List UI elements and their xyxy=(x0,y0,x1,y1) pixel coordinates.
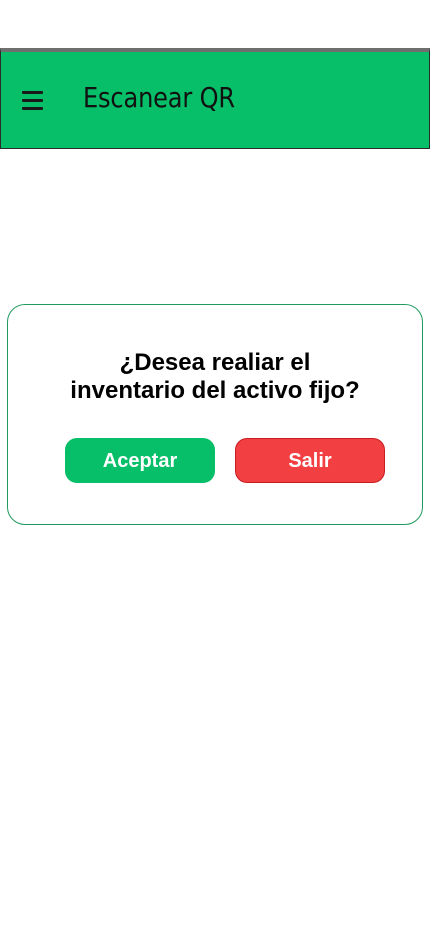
menu-bar xyxy=(22,91,43,94)
dialog-question-line-1: ¿Desea realiar el xyxy=(119,349,311,376)
accept-button[interactable]: Aceptar xyxy=(65,438,215,483)
dialog-question-line-2: inventario del activo fijo? xyxy=(70,377,360,404)
dialog-question: ¿Desea realiar el inventario del activo … xyxy=(8,349,422,405)
menu-bar xyxy=(22,107,43,110)
confirmation-dialog: ¿Desea realiar el inventario del activo … xyxy=(7,304,423,525)
exit-button[interactable]: Salir xyxy=(235,438,385,483)
menu-bar xyxy=(22,99,43,102)
hamburger-menu-icon[interactable] xyxy=(22,91,43,110)
page-title: Escanear QR xyxy=(83,81,235,114)
app-header: Escanear QR xyxy=(0,48,430,149)
